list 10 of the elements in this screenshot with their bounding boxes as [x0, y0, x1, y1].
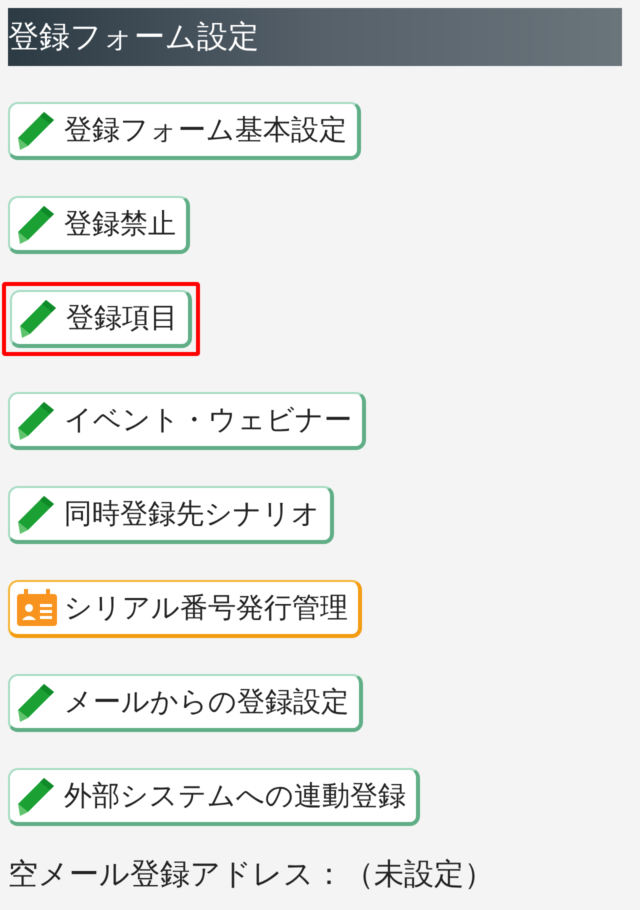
footer-text: 空メール登録アドレス：（未設定） [8, 860, 495, 890]
menu-button[interactable]: メールからの登録設定 [8, 674, 363, 732]
menu-button[interactable]: イベント・ウェビナー [8, 392, 366, 450]
menu-button[interactable]: 登録禁止 [8, 196, 190, 254]
menu-button[interactable]: 外部システムへの連動登録 [8, 768, 420, 826]
menu-button[interactable]: シリアル番号発行管理 [8, 580, 362, 638]
section-title: 登録フォーム設定 [8, 22, 259, 52]
menu-button[interactable]: 登録項目 [10, 290, 192, 348]
menu-button[interactable]: 同時登録先シナリオ [8, 486, 334, 544]
menu-button[interactable]: 登録フォーム基本設定 [8, 102, 361, 160]
